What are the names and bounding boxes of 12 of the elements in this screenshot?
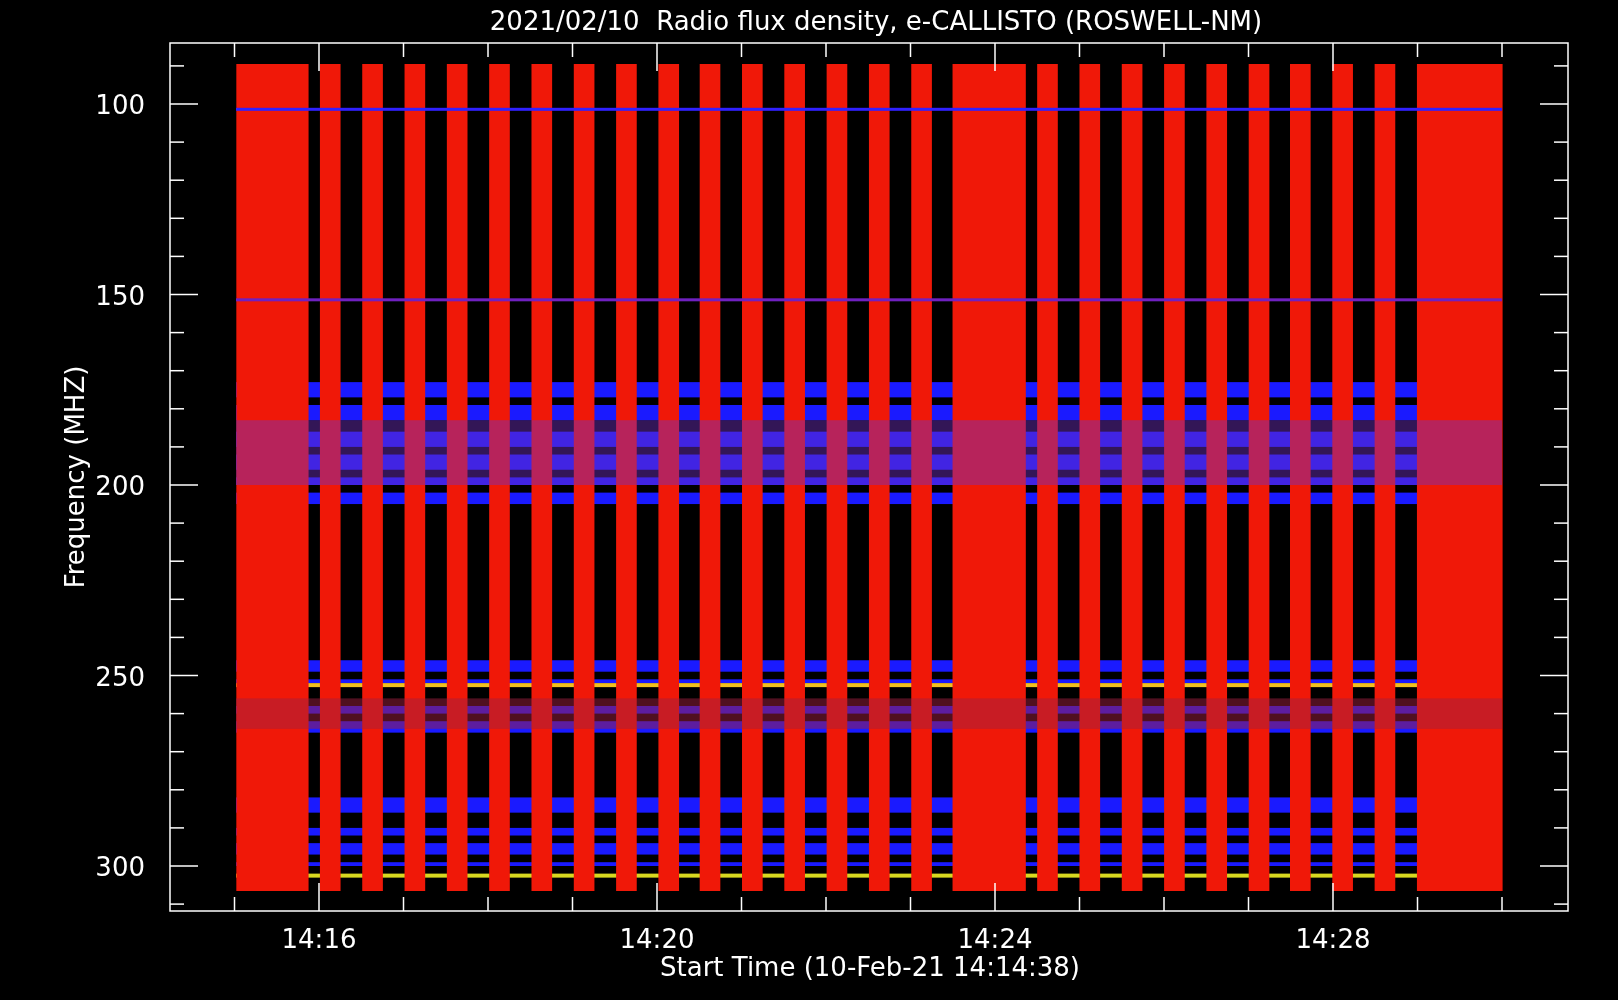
y-tick-label: 150 xyxy=(95,280,145,311)
x-axis-label: Start Time (10-Feb-21 14:14:38) xyxy=(660,952,1080,982)
y-tick-label: 100 xyxy=(95,90,145,120)
plot-title: 2021/02/10 Radio flux density, e-CALLISTO (ROSWELL-NM) xyxy=(489,6,1263,36)
x-tick-label: 14:16 xyxy=(281,924,357,954)
x-tick-label: 14:20 xyxy=(619,924,695,954)
x-tick-label: 14:28 xyxy=(1295,924,1371,954)
y-tick-label: 300 xyxy=(95,852,145,882)
y-tick-label: 250 xyxy=(95,661,145,692)
x-tick-label: 14:24 xyxy=(957,924,1033,954)
y-tick-label: 200 xyxy=(95,471,145,501)
y-axis-label: Frequency (MHZ) xyxy=(60,365,90,589)
